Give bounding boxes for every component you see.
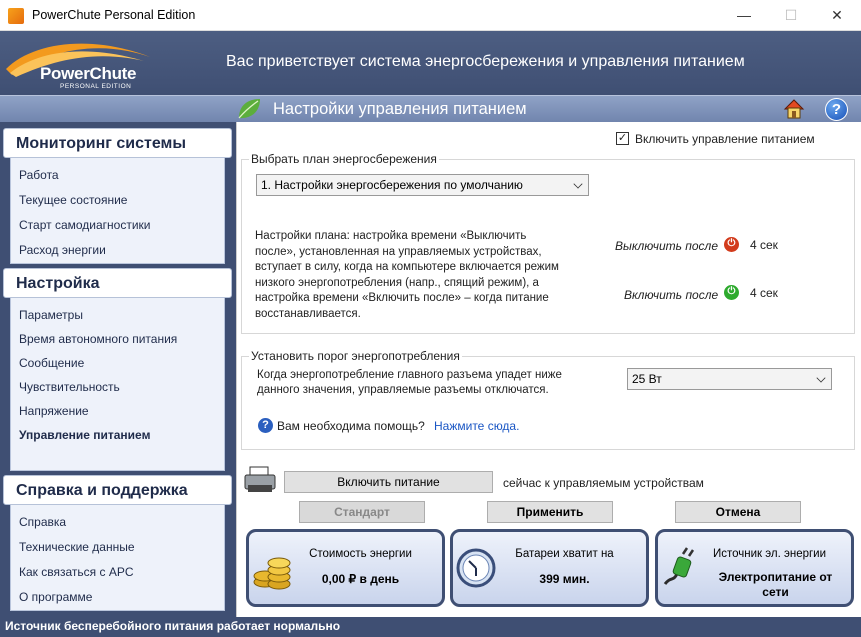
battery-runtime-card: Батареи хватит на 399 мин.: [450, 529, 649, 607]
plan-select-value: 1. Настройки энергосбережения по умолчан…: [261, 178, 523, 192]
welcome-text: Вас приветствует система энергосбережени…: [226, 53, 745, 70]
power-source-title: Источник эл. энергии: [712, 548, 827, 560]
off-after-label: Выключить после: [615, 239, 718, 253]
sidebar-item-voltage[interactable]: Напряжение: [19, 404, 89, 418]
enable-power-management-label: Включить управление питанием: [635, 132, 815, 146]
app-icon: [8, 8, 24, 24]
threshold-select[interactable]: 25 Вт: [627, 368, 832, 390]
close-button[interactable]: ✕: [814, 0, 860, 31]
sidebar-item-message[interactable]: Сообщение: [19, 356, 84, 370]
printer-icon: [244, 466, 276, 492]
settings-panel: Параметры Время автономного питания Сооб…: [10, 298, 225, 471]
section-settings: Настройка: [3, 268, 232, 298]
chevron-down-icon: [573, 179, 583, 189]
window-title: PowerChute Personal Edition: [32, 8, 196, 22]
plan-description: Настройки плана: настройка времени «Выкл…: [255, 230, 559, 320]
enable-power-suffix: сейчас к управляемым устройствам: [503, 476, 704, 490]
monitoring-panel: Работа Текущее состояние Старт самодиагн…: [10, 158, 225, 264]
sidebar-item-parameters[interactable]: Параметры: [19, 308, 83, 322]
logo-subtitle: PERSONAL EDITION: [60, 83, 132, 90]
main-content: ✓ Включить управление питанием Выбрать п…: [236, 122, 861, 617]
help-question-text: Вам необходима помощь?: [277, 419, 425, 433]
standard-button[interactable]: Стандарт: [299, 501, 425, 523]
sidebar-item-self-test[interactable]: Старт самодиагностики: [19, 218, 150, 232]
help-icon[interactable]: ?: [825, 98, 848, 121]
help-link[interactable]: Нажмите сюда.: [434, 419, 519, 433]
threshold-group-label: Установить порог энергопотребления: [249, 349, 462, 363]
sidebar-item-power-management[interactable]: Управление питанием: [19, 428, 150, 442]
power-off-icon[interactable]: ⏻: [724, 237, 739, 252]
sidebar-item-contact-apc[interactable]: Как связаться с APC: [19, 565, 134, 579]
section-support: Справка и поддержка: [3, 475, 232, 505]
battery-runtime-value: 399 мин.: [539, 572, 590, 586]
energy-cost-card: Стоимость энергии 0,00 ₽ в день: [246, 529, 445, 607]
energy-cost-value: 0,00 ₽ в день: [321, 572, 400, 586]
home-icon[interactable]: [783, 98, 805, 120]
section-monitoring: Мониторинг системы: [3, 128, 232, 158]
page-header-bar: Настройки управления питанием ?: [0, 95, 861, 122]
window-titlebar: PowerChute Personal Edition — ☐ ✕: [0, 0, 861, 31]
threshold-text: Когда энергопотребление главного разъема…: [257, 369, 562, 396]
sidebar-item-about[interactable]: О программе: [19, 590, 92, 604]
plan-group-label: Выбрать план энергосбережения: [249, 152, 439, 166]
sidebar-item-runtime[interactable]: Время автономного питания: [19, 332, 177, 346]
sidebar: Мониторинг системы Работа Текущее состоя…: [0, 122, 236, 617]
sidebar-item-tech-data[interactable]: Технические данные: [19, 540, 135, 554]
apply-button[interactable]: Применить: [487, 501, 613, 523]
status-bar: Источник бесперебойного питания работает…: [0, 617, 861, 637]
sidebar-item-current-status[interactable]: Текущее состояние: [19, 193, 127, 207]
maximize-button[interactable]: ☐: [768, 0, 814, 31]
on-after-value: 4 сек: [750, 286, 778, 300]
page-title: Настройки управления питанием: [273, 100, 527, 118]
leaf-icon: [238, 99, 260, 119]
sidebar-item-sensitivity[interactable]: Чувствительность: [19, 380, 120, 394]
threshold-select-value: 25 Вт: [632, 372, 662, 386]
battery-runtime-title: Батареи хватит на: [515, 548, 614, 560]
enable-power-button[interactable]: Включить питание: [284, 471, 493, 493]
sidebar-item-help[interactable]: Справка: [19, 515, 66, 529]
cancel-button[interactable]: Отмена: [675, 501, 801, 523]
energy-cost-title: Стоимость энергии: [309, 548, 412, 560]
power-source-card: Источник эл. энергии Электропитание от с…: [655, 529, 854, 607]
power-on-icon[interactable]: ⏻: [724, 285, 739, 300]
sidebar-item-energy-usage[interactable]: Расход энергии: [19, 243, 106, 257]
enable-power-management-checkbox[interactable]: ✓: [616, 132, 629, 145]
minimize-button[interactable]: —: [721, 0, 767, 31]
chevron-down-icon: [816, 373, 826, 383]
support-panel: Справка Технические данные Как связаться…: [10, 505, 225, 611]
app-header: PowerChute PERSONAL EDITION Вас приветст…: [0, 31, 861, 95]
help-question-icon: ?: [258, 418, 273, 433]
sidebar-item-work[interactable]: Работа: [19, 168, 59, 182]
off-after-value: 4 сек: [750, 238, 778, 252]
plan-select[interactable]: 1. Настройки энергосбережения по умолчан…: [256, 174, 589, 196]
power-source-value: Электропитание от сети: [718, 570, 833, 599]
logo-text: PowerChute: [40, 64, 137, 83]
on-after-label: Включить после: [624, 288, 719, 302]
